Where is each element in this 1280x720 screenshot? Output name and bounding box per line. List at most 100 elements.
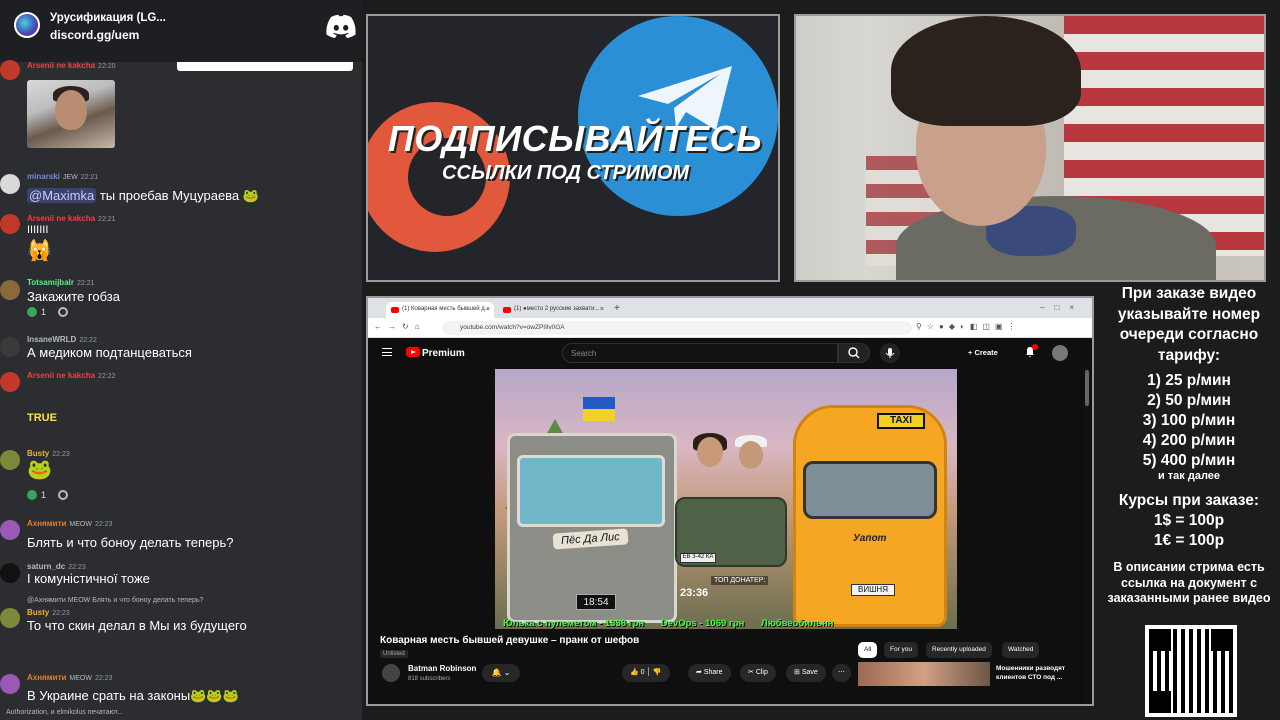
close-tab-icon[interactable]: × [600,306,604,313]
people-group [685,433,775,507]
chat-input-strip [177,62,353,71]
new-tab-button[interactable]: + [614,303,620,314]
typing-indicator: Authorization, и elmikolus печатают... [6,709,123,716]
chip-for-you[interactable]: For you [884,642,919,658]
user-avatar [0,563,20,583]
user-avatar [0,214,20,234]
username[interactable]: Ахнямити MEOW 22:23 [27,519,113,528]
channel-avatar[interactable] [382,664,400,682]
create-button[interactable]: + Create [968,348,998,357]
stream-layout: Урусификация (LG... discord.gg/uem Arsen… [0,0,1280,720]
rates-heading: Курсы при заказе: [1118,492,1260,509]
username[interactable]: minarski JEW 22:21 [27,172,98,181]
message-text: В Украине срать на законы🐸🐸🐸 [27,688,239,703]
taxi-plate: ВИШНЯ [851,584,895,596]
save-button[interactable]: ⊞ Save [786,664,826,682]
search-icon [848,347,860,359]
pepe-emoji: 🐸 [242,188,259,203]
recommended-title[interactable]: Мошенники разводят клиентов СТО под ... [996,664,1086,682]
username[interactable]: Ахнямити MEOW 22:23 [27,673,113,682]
add-reaction-icon[interactable] [58,490,69,500]
username[interactable]: Busty 22:23 [27,449,70,458]
meme-image[interactable] [27,80,115,148]
username[interactable]: saturn_dc 22:23 [27,562,86,571]
tariff-item: 1) 25 р/мин [1147,372,1231,389]
webcam-feed [794,14,1266,282]
ukraine-flag [583,397,615,421]
username[interactable]: Arsenii ne kakcha 22:20 [27,61,116,70]
account-avatar[interactable] [1052,345,1068,361]
like-button[interactable]: 👍 0 │ 👎 [622,664,670,682]
username[interactable]: Arsenii ne kakcha 22:22 [27,371,116,380]
user-avatar [0,174,20,194]
message-text: І комуністичної тоже [27,571,150,586]
mic-icon [885,348,895,358]
reaction-bar[interactable]: 1 [27,305,69,319]
clock-display: 18:54 [576,594,616,610]
user-avatar [0,337,20,357]
message-text: IIIIIII [27,224,49,236]
search-input[interactable]: Search [562,343,838,363]
extension-icons[interactable]: ⚲☆●◆◐◧◫▣⋮ [916,322,1021,331]
chip-all[interactable]: All [858,642,878,658]
discord-logo-icon [326,14,356,38]
youtube-logo-icon[interactable] [406,347,420,357]
video-player[interactable]: Пёс Да Лис TAXI Уапот ВИШНЯ [495,369,957,629]
add-reaction-icon[interactable] [58,307,69,317]
clip-button[interactable]: ✂ Clip [740,664,776,682]
reply-reference[interactable]: @Ахнямити MEOW Блять и что боноу делать … [27,597,203,604]
message-text: Закажите гобза [27,289,120,304]
tab-second[interactable]: (1) ●место 2 русские захвати... × [498,302,608,318]
promo-subtitle: ССЫЛКИ ПОД СТРИМОМ [442,162,690,184]
youtube-brand[interactable]: Premium [422,348,465,359]
close-tab-icon[interactable]: × [486,306,490,313]
discord-header: Урусификация (LG... discord.gg/uem [0,0,362,62]
user-avatar [0,608,20,628]
subscribe-promo-banner: ПОДПИСЫВАЙТЕСЬ ССЫЛКИ ПОД СТРИМОМ [366,14,780,282]
youtube-masthead: Premium Search + Create [368,338,1092,368]
username[interactable]: InsaneWRLD 22:22 [27,335,97,344]
server-invite-link[interactable]: discord.gg/uem [50,28,139,42]
server-name: Урусификация (LG... [50,12,166,24]
user-avatar [0,674,20,694]
taxi-sign: TAXI [877,413,925,429]
scrollbar-thumb[interactable] [1085,370,1089,406]
donation-ticker: Юлька с пулеметом - 1338 грн DevOps - 10… [503,618,834,629]
youtube-favicon-icon [391,307,399,313]
window-controls[interactable]: –□× [1040,303,1084,312]
order-instructions: При заказе видео указывайте номер очеред… [1117,285,1261,364]
rate-item: 1$ = 100р [1153,512,1225,529]
tab-video[interactable]: (1) Коварная месть бывшей д... × [386,302,494,318]
chip-watched[interactable]: Watched [1002,642,1040,658]
chip-recently-uploaded[interactable]: Recently uploaded [926,642,992,658]
search-button[interactable] [838,343,870,363]
notification-badge [1032,344,1038,350]
qr-code[interactable] [1145,625,1237,717]
user-avatar [0,60,20,80]
user-mention[interactable]: @Maximka [27,188,97,203]
more-actions-button[interactable]: ⋯ [832,664,851,682]
subscription-bell-button[interactable]: 🔔 ⌄ [482,664,520,682]
menu-icon[interactable] [382,348,392,356]
username[interactable]: Arsenii ne kakcha 22:21 [27,214,116,223]
recommended-thumbnail[interactable] [858,662,990,686]
channel-name[interactable]: Batman Robinson [408,664,476,673]
scrollbar[interactable] [1084,368,1090,704]
url-bar[interactable]: youtube.com/watch?v=owZPIIlv0GA [442,321,912,335]
frog-reaction-icon [27,490,37,500]
car-plate: ЕВ 3-42 КА [680,553,716,563]
user-avatar [0,372,20,392]
username[interactable]: Busty 22:23 [27,608,70,617]
unlisted-badge: Unlisted [380,650,408,658]
share-button[interactable]: ➦ Share [688,664,731,682]
reaction-bar[interactable]: 1 [27,488,69,502]
nav-buttons[interactable]: ←→↻⌂ [374,322,426,331]
browser-window: (1) Коварная месть бывшей д... × (1) ●ме… [366,296,1094,706]
voice-search-button[interactable] [880,343,900,363]
taxi-brand: Уапот [853,533,887,544]
user-avatar [0,520,20,540]
server-avatar [14,12,40,38]
username[interactable]: Totsamijbalr 22:21 [27,278,95,287]
tariff-item: 5) 400 р/мин [1142,452,1236,469]
stream-timer: 23:36 [680,587,709,599]
